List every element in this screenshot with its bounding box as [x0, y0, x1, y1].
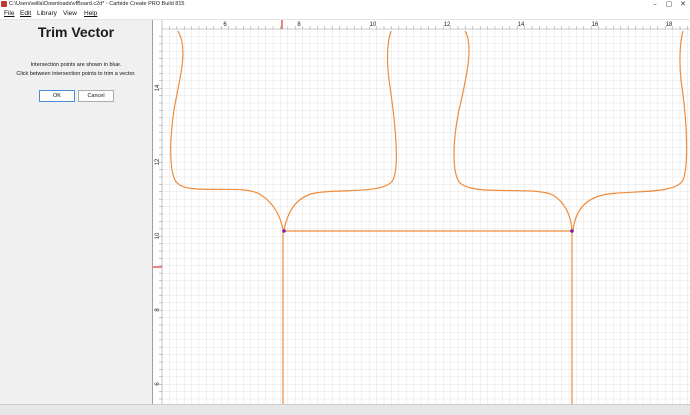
y-ruler-label-14: 14 [155, 84, 161, 91]
app-icon [1, 1, 7, 7]
menu-edit-label: Edit [20, 10, 32, 17]
menu-help-label: Help [84, 10, 98, 17]
menu-library-label: Library [37, 10, 57, 17]
maximize-button[interactable]: ▢ [662, 0, 676, 9]
x-ruler-label-12: 12 [444, 22, 451, 28]
menu-help[interactable]: Help [84, 9, 97, 19]
title-bar: C:\Users\willa\Downloads\vfBoard.c2d* - … [0, 0, 690, 9]
top-ruler [153, 20, 690, 29]
x-ruler-label-16: 16 [592, 22, 599, 28]
menu-view-label: View [63, 10, 77, 17]
menu-bar: File Edit Library View Help [0, 9, 690, 20]
window-title: C:\Users\willa\Downloads\vfBoard.c2d* - … [9, 1, 185, 7]
cancel-button[interactable]: Cancel [78, 90, 114, 102]
y-ruler-label-12: 12 [155, 158, 161, 165]
x-ruler-label-10: 10 [370, 22, 377, 28]
canvas-background[interactable] [153, 20, 690, 404]
menu-edit[interactable]: Edit [20, 9, 31, 19]
left-ruler [153, 20, 162, 404]
instruction-line-1: Intersection points are shown in blue. [30, 62, 122, 68]
trim-vector-panel: Trim Vector Intersection points are show… [0, 20, 152, 404]
menu-view[interactable]: View [63, 9, 77, 19]
window-controls: – ▢ ✕ [648, 0, 690, 9]
x-ruler-label-14: 14 [518, 22, 525, 28]
ok-button[interactable]: OK [39, 90, 75, 102]
menu-file[interactable]: File [4, 9, 14, 19]
close-button[interactable]: ✕ [676, 0, 690, 9]
y-ruler-label-10: 10 [155, 232, 161, 239]
canvas-svg[interactable]: 6 8 10 12 14 16 18 14 12 10 8 6 [153, 20, 690, 404]
x-ruler-label-18: 18 [666, 22, 673, 28]
design-canvas[interactable]: 6 8 10 12 14 16 18 14 12 10 8 6 [153, 20, 690, 404]
intersection-point-left[interactable] [282, 229, 286, 233]
panel-title: Trim Vector [37, 24, 115, 40]
status-bar [0, 404, 690, 415]
menu-file-label: File [4, 10, 15, 17]
intersection-point-right[interactable] [570, 229, 574, 233]
minimize-button[interactable]: – [648, 0, 662, 9]
instruction-line-2: Click between intersection points to tri… [16, 71, 136, 77]
menu-library[interactable]: Library [37, 9, 57, 19]
